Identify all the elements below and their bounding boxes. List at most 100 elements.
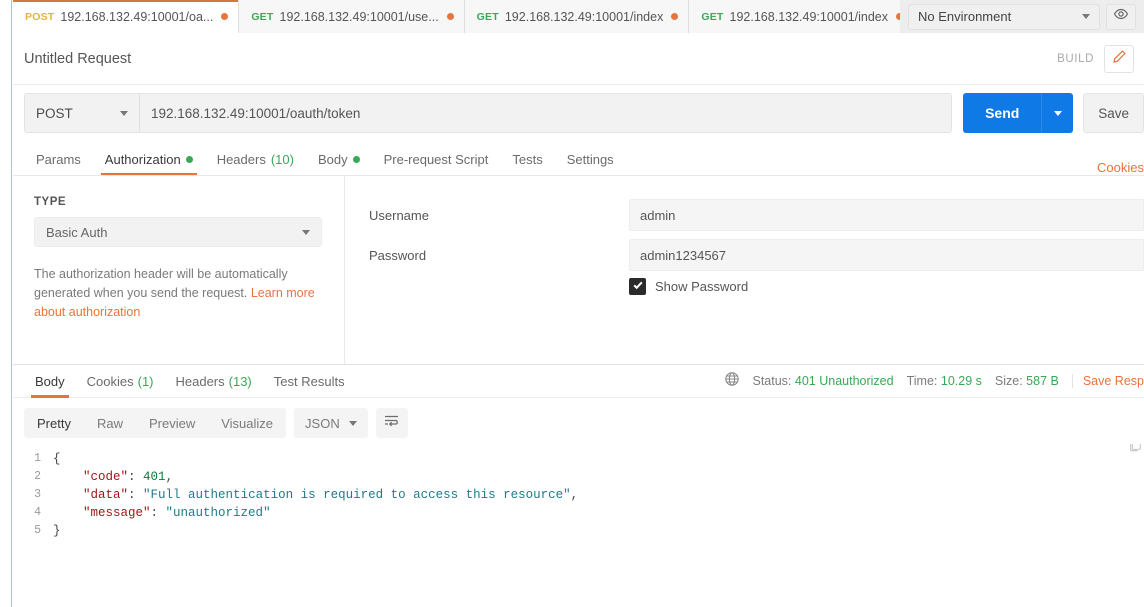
show-password-label: Show Password xyxy=(655,279,749,294)
tab-label: Cookies xyxy=(86,373,134,389)
request-tab-params[interactable]: Params xyxy=(24,144,93,175)
username-label: Username xyxy=(369,207,429,223)
code-token: { xyxy=(53,452,61,466)
code-token: "message" xyxy=(83,506,151,520)
code-line: 3 "data": "Full authentication is requir… xyxy=(13,486,1144,504)
environment-selector[interactable]: No Environment xyxy=(908,3,1100,30)
environment-area: No Environment xyxy=(900,0,1144,33)
sidebar-edge xyxy=(0,0,12,607)
username-row: Username admin xyxy=(369,198,1144,232)
request-tab-pre-request-script[interactable]: Pre-request Script xyxy=(372,144,501,175)
save-button[interactable]: Save xyxy=(1083,93,1144,133)
size-label: Size: xyxy=(994,374,1023,388)
send-options-button[interactable] xyxy=(1041,93,1074,133)
response-section-tabs: Body Cookies (1) Headers (13) Test Results St… xyxy=(13,365,1144,398)
tab-label: Authorization xyxy=(104,152,181,167)
edit-request-button[interactable] xyxy=(1104,44,1134,73)
format-button-visualize[interactable]: Visualize xyxy=(208,408,286,438)
send-button-group: Send xyxy=(963,93,1074,133)
format-button-pretty[interactable]: Pretty xyxy=(24,408,84,438)
request-tab-url: 192.168.132.49:10001/index xyxy=(504,9,664,24)
request-tab[interactable]: GET 192.168.132.49:10001/index xyxy=(464,0,690,33)
tab-label: Body xyxy=(317,152,348,167)
http-method-selector[interactable]: POST xyxy=(24,93,139,133)
line-content: "code": 401, xyxy=(53,468,173,486)
response-body-code[interactable]: 1{2 "code": 401, 3 "data": "Full authenti… xyxy=(13,444,1144,607)
code-token: , xyxy=(570,488,579,502)
code-token: "Full authentication is required to acce… xyxy=(143,488,571,502)
format-button-raw[interactable]: Raw xyxy=(84,408,136,438)
response-tab-cookies[interactable]: Cookies (1) xyxy=(76,365,165,398)
wrap-lines-button[interactable] xyxy=(375,408,408,438)
line-content: { xyxy=(53,450,61,468)
request-tab-tests[interactable]: Tests xyxy=(500,144,554,175)
show-password-checkbox[interactable] xyxy=(629,278,646,295)
save-response-link[interactable]: Save Resp xyxy=(1071,374,1144,388)
auth-help-note: The authorization header will be automat… xyxy=(34,265,322,322)
response-tab-test-results[interactable]: Test Results xyxy=(263,365,356,398)
line-number: 1 xyxy=(34,452,41,465)
authorization-type-panel: TYPE Basic Auth The authorization header… xyxy=(13,176,345,364)
time-label: Time: xyxy=(906,374,938,388)
request-tab-url: 192.168.132.49:10001/oa... xyxy=(60,9,214,24)
request-tab[interactable]: POST 192.168.132.49:10001/oa... xyxy=(13,0,240,33)
request-title[interactable]: Untitled Request xyxy=(24,51,131,67)
url-input[interactable]: 192.168.132.49:10001/oauth/token xyxy=(139,93,953,133)
authorization-credentials-panel: Username admin Password admin1234567 Sho… xyxy=(345,176,1144,364)
line-number: 3 xyxy=(34,488,41,501)
response-tab-headers[interactable]: Headers (13) xyxy=(165,365,263,398)
chevron-down-icon xyxy=(1082,14,1090,19)
request-tab-body[interactable]: Body xyxy=(306,144,372,175)
code-token: , xyxy=(165,470,174,484)
request-header-actions: BUILD xyxy=(1057,44,1134,73)
auth-type-label: TYPE xyxy=(34,196,67,208)
http-method-value: POST xyxy=(36,105,73,121)
request-tab-method: GET xyxy=(701,10,724,23)
environment-quick-look-button[interactable] xyxy=(1106,3,1136,30)
line-number: 4 xyxy=(34,506,41,519)
chevron-down-icon xyxy=(348,420,357,426)
request-tab-authorization[interactable]: Authorization xyxy=(93,144,205,175)
response-toolbar: Pretty Raw Preview Visualize JSON xyxy=(24,408,408,438)
tab-label: Pre-request Script xyxy=(383,152,489,167)
globe-icon[interactable] xyxy=(724,371,740,392)
code-token: "data" xyxy=(83,488,129,502)
request-tab[interactable]: GET 192.168.132.49:10001/use... xyxy=(239,0,465,33)
line-number: 5 xyxy=(34,524,41,537)
cookies-link[interactable]: Cookies xyxy=(1097,160,1144,175)
url-bar: POST 192.168.132.49:10001/oauth/token Se… xyxy=(24,93,1144,133)
request-tab-method: POST xyxy=(25,10,55,23)
request-tab-headers[interactable]: Headers (10) xyxy=(205,144,306,175)
request-tab-method: GET xyxy=(251,10,274,23)
size-value: 587 B xyxy=(1026,374,1059,388)
tab-label: Headers xyxy=(175,373,225,389)
send-button[interactable]: Send xyxy=(963,93,1042,133)
response-tab-body[interactable]: Body xyxy=(24,365,76,398)
wrap-lines-icon xyxy=(383,413,400,433)
auth-type-value: Basic Auth xyxy=(46,224,108,240)
unsaved-indicator-icon xyxy=(221,13,229,20)
request-tab[interactable]: GET 192.168.132.49:10001/index xyxy=(689,0,915,33)
build-label: BUILD xyxy=(1057,52,1094,65)
tab-label: Tests xyxy=(512,152,543,167)
username-input[interactable]: admin xyxy=(629,199,1144,231)
line-number: 2 xyxy=(34,470,41,483)
tab-count: (13) xyxy=(228,373,252,389)
chevron-down-icon xyxy=(1053,110,1062,116)
response-language-selector[interactable]: JSON xyxy=(294,408,368,438)
password-input[interactable]: admin1234567 xyxy=(629,239,1144,271)
code-token: 401 xyxy=(143,470,166,484)
auth-type-selector[interactable]: Basic Auth xyxy=(34,217,322,247)
line-content: "message": "unauthorized" xyxy=(53,504,271,522)
request-tab-settings[interactable]: Settings xyxy=(555,144,626,175)
response-language-value: JSON xyxy=(305,415,340,431)
password-row: Password admin1234567 xyxy=(369,238,1144,272)
size-item: Size: 587 B xyxy=(995,374,1059,388)
request-section-tabs: Params Authorization Headers (10) Body Pre-re… xyxy=(13,145,1144,176)
format-button-preview[interactable]: Preview xyxy=(136,408,208,438)
line-content: "data": "Full authentication is required… xyxy=(53,486,578,504)
copy-icon[interactable] xyxy=(1128,444,1142,456)
tab-label: Body xyxy=(35,373,65,389)
